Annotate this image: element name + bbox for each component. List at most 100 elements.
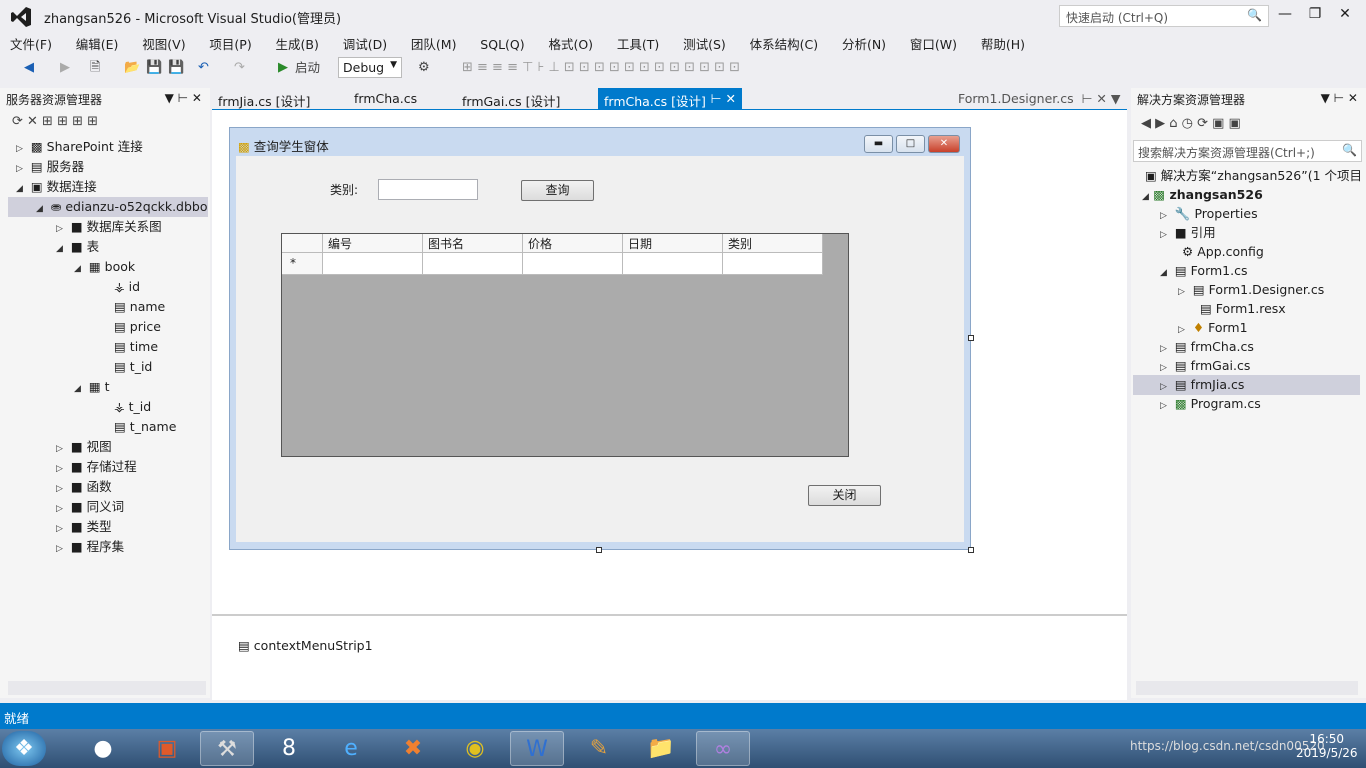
close-window-button[interactable]: ✕ bbox=[1330, 6, 1360, 26]
tree-item[interactable]: ⚶ t_id bbox=[114, 397, 151, 417]
resize-handle[interactable] bbox=[596, 547, 602, 553]
category-input[interactable] bbox=[378, 179, 478, 200]
tree-item[interactable]: ▷ ♦ Form1 bbox=[1178, 318, 1248, 338]
open-file-icon[interactable]: 📂 bbox=[124, 58, 140, 78]
tab-frmjia-design[interactable]: frmJia.cs [设计] bbox=[212, 88, 316, 110]
form-minimize-button[interactable]: ▬ bbox=[864, 135, 893, 153]
tree-item[interactable]: ◢ ▩ zhangsan526 bbox=[1142, 185, 1263, 205]
menu-debug[interactable]: 调试(D) bbox=[333, 32, 397, 53]
menu-help[interactable]: 帮助(H) bbox=[971, 32, 1035, 53]
tree-item[interactable]: ▷ ▤ 服务器 bbox=[16, 157, 84, 177]
tree-item[interactable]: ▷ ■ 程序集 bbox=[56, 537, 124, 557]
grid-new-row-marker[interactable]: * bbox=[282, 253, 323, 275]
chrome-icon[interactable]: ◉ bbox=[448, 731, 502, 766]
menu-project[interactable]: 项目(P) bbox=[199, 32, 261, 53]
horizontal-scrollbar[interactable] bbox=[1136, 681, 1358, 695]
tree-item[interactable]: ▷ ▤ frmGai.cs bbox=[1160, 356, 1250, 376]
menu-sql[interactable]: SQL(Q) bbox=[470, 35, 534, 52]
query-button[interactable]: 查询 bbox=[521, 180, 594, 201]
menu-window[interactable]: 窗口(W) bbox=[900, 32, 967, 53]
ie-icon[interactable]: e bbox=[324, 731, 378, 766]
tree-item-selected[interactable]: ◢ ⛂ edianzu-o52qckk.dbbo bbox=[8, 197, 208, 217]
tree-item[interactable]: ▷ ■ 存储过程 bbox=[56, 457, 137, 477]
maximize-button[interactable]: ❐ bbox=[1300, 6, 1330, 26]
context-menu-strip[interactable]: ▤ contextMenuStrip1 bbox=[238, 638, 373, 653]
tab-frmcha-design[interactable]: frmCha.cs [设计] ⊢ ✕ bbox=[598, 88, 742, 110]
tree-item[interactable]: ▷ ■ 类型 bbox=[56, 517, 112, 537]
tree-item[interactable]: ◢ ■ 表 bbox=[56, 237, 99, 257]
menu-team[interactable]: 团队(M) bbox=[401, 32, 467, 53]
tree-item[interactable]: ▤ name bbox=[114, 297, 165, 317]
grid-cell[interactable] bbox=[523, 253, 623, 275]
resize-handle[interactable] bbox=[968, 547, 974, 553]
start-icon[interactable]: ▶ bbox=[278, 58, 288, 78]
tab-form1-designer[interactable]: Form1.Designer.cs ⊢ ✕ ▼ bbox=[952, 88, 1127, 110]
tree-item-selected[interactable]: ▷ ▤ frmJia.cs bbox=[1133, 375, 1360, 395]
tree-item[interactable]: ▷ 🔧 Properties bbox=[1160, 204, 1258, 224]
tree-item[interactable]: ▤ t_name bbox=[114, 417, 176, 437]
attach-icon[interactable]: ⚙ bbox=[418, 58, 430, 78]
menu-file[interactable]: 文件(F) bbox=[0, 32, 62, 53]
grid-column-header[interactable]: 日期 bbox=[623, 234, 723, 253]
close-form-button[interactable]: 关闭 bbox=[808, 485, 881, 506]
home-icon[interactable]: ◀ ▶ ⌂ ◷ ⟳ ▣ ▣ bbox=[1141, 116, 1241, 131]
menu-edit[interactable]: 编辑(E) bbox=[66, 32, 129, 53]
menu-analyze[interactable]: 分析(N) bbox=[832, 32, 896, 53]
form-close-button[interactable]: ✕ bbox=[928, 135, 960, 153]
tree-item[interactable]: ▷ ■ 数据库关系图 bbox=[56, 217, 162, 237]
tab-frmgai-design[interactable]: frmGai.cs [设计] bbox=[456, 88, 566, 110]
clock[interactable]: 16:50 2019/5/26 bbox=[1296, 732, 1358, 760]
tree-item[interactable]: ▤ price bbox=[114, 317, 161, 337]
form-maximize-button[interactable]: □ bbox=[896, 135, 925, 153]
menu-build[interactable]: 生成(B) bbox=[266, 32, 329, 53]
tools-app-icon[interactable]: ⚒ bbox=[200, 731, 254, 766]
word-icon[interactable]: W bbox=[510, 731, 564, 766]
resize-handle[interactable] bbox=[968, 335, 974, 341]
menu-format[interactable]: 格式(O) bbox=[538, 32, 603, 53]
close-tab-icon[interactable]: ⊢ ✕ bbox=[711, 91, 736, 106]
back-icon[interactable]: ◀ bbox=[24, 58, 34, 78]
menu-test[interactable]: 测试(S) bbox=[673, 32, 736, 53]
horizontal-scrollbar[interactable] bbox=[8, 681, 206, 695]
refresh-icon[interactable]: ⟳ ✕ ⊞ ⊞ ⊞ ⊞ bbox=[12, 114, 98, 129]
silverlight-icon[interactable]: 8 bbox=[262, 731, 316, 766]
tree-item[interactable]: ▷ ▤ Form1.Designer.cs bbox=[1178, 280, 1324, 300]
tree-item[interactable]: ◢ ▦ t bbox=[74, 377, 110, 397]
tree-item[interactable]: ▷ ■ 函数 bbox=[56, 477, 112, 497]
minimize-button[interactable]: — bbox=[1270, 6, 1300, 26]
tree-item[interactable]: ▷ ▩ Program.cs bbox=[1160, 394, 1261, 414]
tab-frmcha[interactable]: frmCha.cs bbox=[348, 88, 423, 110]
undo-icon[interactable]: ↶ bbox=[198, 58, 209, 78]
explorer-icon[interactable]: 📁 bbox=[634, 731, 688, 766]
start-button[interactable]: 启动 bbox=[295, 58, 320, 78]
new-project-icon[interactable]: 🗎 bbox=[90, 58, 100, 78]
tree-item[interactable]: ◢ ▦ book bbox=[74, 257, 135, 277]
grid-cell[interactable] bbox=[323, 253, 423, 275]
grid-column-header[interactable]: 编号 bbox=[323, 234, 423, 253]
menu-tools[interactable]: 工具(T) bbox=[607, 32, 669, 53]
tree-item[interactable]: ▤ t_id bbox=[114, 357, 152, 377]
tree-item[interactable]: ▷ ▩ SharePoint 连接 bbox=[16, 137, 143, 157]
start-orb-icon[interactable]: ❖ bbox=[2, 731, 46, 766]
grid-cell[interactable] bbox=[723, 253, 823, 275]
tree-item[interactable]: ▣ 解决方案“zhangsan526”(1 个项目 bbox=[1145, 166, 1362, 186]
save-all-icon[interactable]: 💾 bbox=[168, 58, 184, 78]
quick-launch-input[interactable]: 快速启动 (Ctrl+Q) 🔍 bbox=[1059, 5, 1269, 27]
tree-item[interactable]: ▷ ■ 视图 bbox=[56, 437, 112, 457]
tree-item[interactable]: ▷ ■ 同义词 bbox=[56, 497, 124, 517]
tree-item[interactable]: ▷ ■ 引用 bbox=[1160, 223, 1216, 243]
redo-icon[interactable]: ↷ bbox=[234, 58, 245, 78]
tree-item[interactable]: ⚙ App.config bbox=[1182, 242, 1264, 262]
xampp-icon[interactable]: ✖ bbox=[386, 731, 440, 766]
grid-cell[interactable] bbox=[623, 253, 723, 275]
tree-item[interactable]: ▷ ▤ frmCha.cs bbox=[1160, 337, 1254, 357]
solution-search-input[interactable]: 搜索解决方案资源管理器(Ctrl+;) 🔍 bbox=[1133, 140, 1362, 162]
tree-item[interactable]: ◢ ▤ Form1.cs bbox=[1160, 261, 1247, 281]
powerpoint-icon[interactable]: ▣ bbox=[140, 731, 194, 766]
forward-icon[interactable]: ▶ bbox=[60, 58, 70, 78]
solution-config-select[interactable]: Debug ▼ bbox=[338, 57, 402, 78]
menu-view[interactable]: 视图(V) bbox=[132, 32, 195, 53]
qq-icon[interactable]: ● bbox=[76, 731, 130, 766]
menu-architecture[interactable]: 体系结构(C) bbox=[740, 32, 828, 53]
grid-cell[interactable] bbox=[423, 253, 523, 275]
